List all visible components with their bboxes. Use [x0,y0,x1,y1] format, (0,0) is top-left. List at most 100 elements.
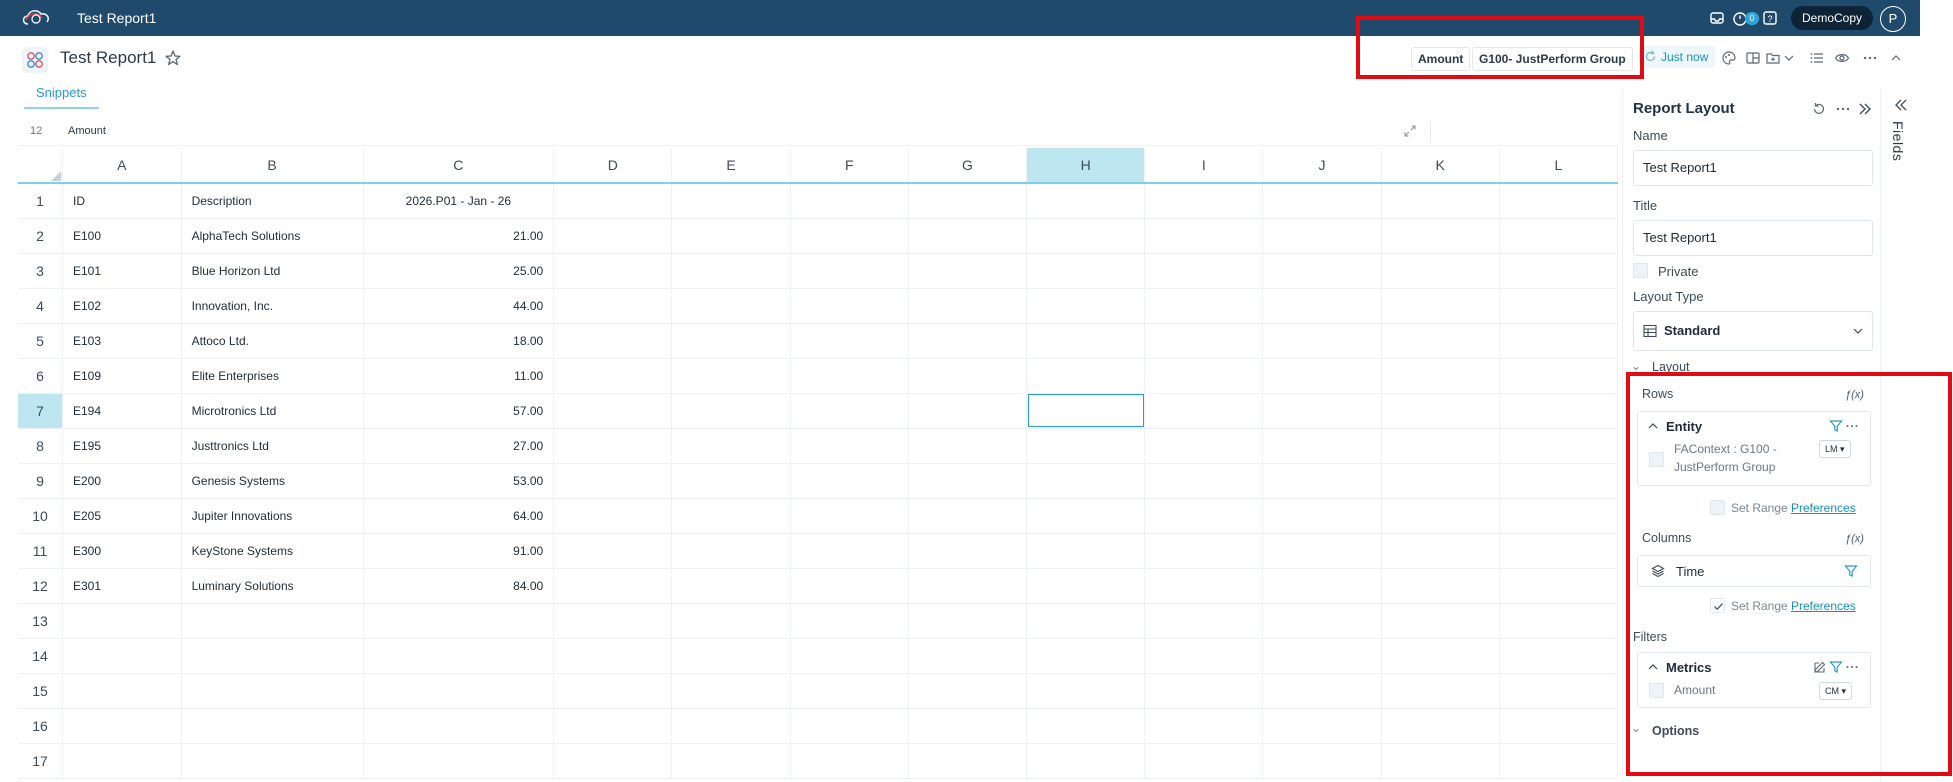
cell-empty[interactable] [1381,253,1500,289]
metrics-filter-icon[interactable] [1829,660,1843,674]
rows-formula-icon[interactable]: ƒ(x) [1845,389,1864,401]
column-header-h[interactable]: H [1026,148,1146,184]
cell-empty[interactable] [553,218,673,254]
cell-empty[interactable] [1381,463,1500,499]
context-chip-amount[interactable]: Amount [1411,47,1471,71]
cell-empty[interactable] [1026,253,1146,289]
cell-empty[interactable] [1144,638,1264,674]
cell-empty[interactable] [553,603,673,639]
cell-c[interactable]: 84.00 [363,568,555,604]
cell-empty[interactable] [553,568,673,604]
cell-c[interactable]: 25.00 [363,253,555,289]
cell-empty[interactable] [908,393,1028,429]
cell-empty[interactable] [1381,288,1500,324]
time-filter-icon[interactable] [1844,564,1858,578]
cell-empty[interactable] [1499,708,1618,744]
cell-c[interactable]: 2026.P01 - Jan - 26 [363,183,555,219]
cell-empty[interactable] [1144,673,1264,709]
row-header[interactable]: 2 [18,218,63,254]
cell-c[interactable]: 18.00 [363,323,555,359]
cell-empty[interactable] [1144,428,1264,464]
cell-empty[interactable] [1144,183,1264,219]
cell-b[interactable] [181,638,364,674]
cell-empty[interactable] [1026,463,1146,499]
layout-section-label[interactable]: Layout [1652,360,1690,374]
cell-a[interactable]: E102 [62,288,182,324]
layout-collapse-chevron-icon[interactable]: ⌄ [1631,359,1641,373]
title-field[interactable]: Test Report1 [1633,220,1873,256]
cell-empty[interactable] [1026,533,1146,569]
cell-empty[interactable] [1262,498,1382,534]
cell-empty[interactable] [1144,218,1264,254]
amount-hierarchy-select[interactable]: CM ▾ [1819,682,1853,700]
cell-empty[interactable] [671,638,791,674]
collapse-header-icon[interactable] [1888,50,1904,66]
row-header[interactable]: 14 [18,638,63,674]
cell-b[interactable]: KeyStone Systems [181,533,364,569]
cell-empty[interactable] [1262,673,1382,709]
cell-empty[interactable] [790,288,909,324]
cell-empty[interactable] [790,743,909,779]
row-header[interactable]: 17 [18,743,63,779]
columns-set-range-checkbox[interactable] [1710,598,1725,613]
save-folder-icon[interactable] [1765,50,1781,66]
cell-empty[interactable] [1499,463,1618,499]
cell-c[interactable]: 44.00 [363,288,555,324]
cell-a[interactable]: E103 [62,323,182,359]
cell-empty[interactable] [790,218,909,254]
cell-empty[interactable] [790,498,909,534]
cell-empty[interactable] [1499,603,1618,639]
cell-c[interactable]: 57.00 [363,393,555,429]
options-section-label[interactable]: Options [1652,724,1699,738]
palette-icon[interactable] [1721,50,1737,66]
cell-empty[interactable] [1262,568,1382,604]
cell-empty[interactable] [1499,638,1618,674]
cell-empty[interactable] [790,603,909,639]
cell-empty[interactable] [1026,323,1146,359]
name-field[interactable]: Test Report1 [1633,150,1873,186]
cell-empty[interactable] [1262,183,1382,219]
cell-a[interactable]: E300 [62,533,182,569]
cell-b[interactable] [181,743,364,779]
cell-empty[interactable] [671,253,791,289]
cell-empty[interactable] [790,568,909,604]
chevron-up-icon[interactable] [1647,661,1659,673]
reset-icon[interactable] [1811,101,1827,117]
app-logo-icon[interactable] [20,6,52,28]
cell-empty[interactable] [553,638,673,674]
cell-empty[interactable] [671,498,791,534]
cell-empty[interactable] [908,288,1028,324]
cell-empty[interactable] [671,568,791,604]
chevron-down-icon[interactable] [1783,50,1799,66]
cell-c[interactable] [363,603,555,639]
row-header[interactable]: 13 [18,603,63,639]
columns-preferences-link[interactable]: Preferences [1791,599,1856,613]
inbox-icon[interactable] [1708,9,1726,27]
cell-b[interactable]: Elite Enterprises [181,358,364,394]
row-header[interactable]: 12 [18,568,63,604]
row-header[interactable]: 5 [18,323,63,359]
cell-c[interactable]: 27.00 [363,428,555,464]
cell-c[interactable]: 91.00 [363,533,555,569]
time-box[interactable]: Time [1637,555,1871,587]
cell-empty[interactable] [1144,288,1264,324]
columns-formula-icon[interactable]: ƒ(x) [1845,533,1864,545]
cell-empty[interactable] [1499,218,1618,254]
row-header[interactable]: 6 [18,358,63,394]
cell-empty[interactable] [671,708,791,744]
cell-empty[interactable] [553,183,673,219]
collapse-panel-icon[interactable] [1857,101,1873,117]
cell-empty[interactable] [1026,498,1146,534]
cell-empty[interactable] [1026,603,1146,639]
filter-icon[interactable] [1829,419,1843,433]
cell-b[interactable] [181,673,364,709]
cell-empty[interactable] [790,638,909,674]
row-header[interactable]: 15 [18,673,63,709]
cell-empty[interactable] [1262,603,1382,639]
cell-empty[interactable] [1381,708,1500,744]
cell-empty[interactable] [1381,183,1500,219]
cell-b[interactable]: Description [181,183,364,219]
row-header[interactable]: 3 [18,253,63,289]
cell-b[interactable]: Innovation, Inc. [181,288,364,324]
cell-b[interactable]: Jupiter Innovations [181,498,364,534]
